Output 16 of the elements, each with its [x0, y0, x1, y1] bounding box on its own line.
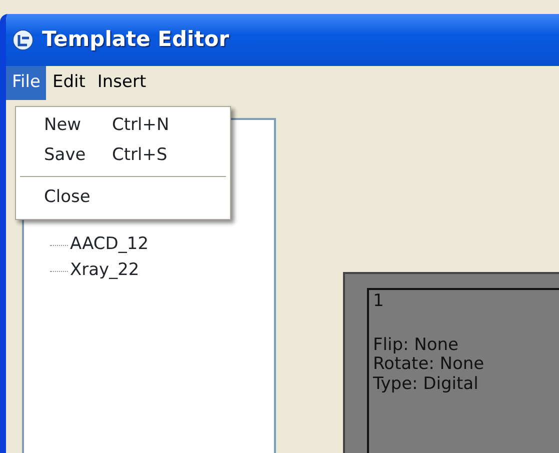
shortcut-label: Ctrl+N	[112, 114, 170, 137]
tree-item[interactable]: AACD_12	[70, 232, 149, 258]
menu-option[interactable]: New	[44, 113, 112, 138]
window-title: Template Editor	[42, 26, 230, 54]
property-text: Type: Digital	[373, 374, 480, 394]
menu-option[interactable]: Close	[44, 185, 112, 210]
menu-item[interactable]: File	[6, 66, 46, 100]
shortcut-label: Ctrl+S	[112, 144, 168, 166]
app-logo-icon	[12, 29, 34, 51]
property-text: Rotate: None	[373, 355, 486, 375]
menu-item[interactable]: Edit	[46, 66, 92, 100]
property-text: Flip: None	[373, 336, 460, 356]
menu-option[interactable]: Save	[44, 142, 112, 168]
template-number: 1	[373, 292, 385, 312]
menu-item[interactable]: Insert	[91, 66, 152, 100]
tree-item[interactable]: Xray_22	[70, 258, 140, 284]
